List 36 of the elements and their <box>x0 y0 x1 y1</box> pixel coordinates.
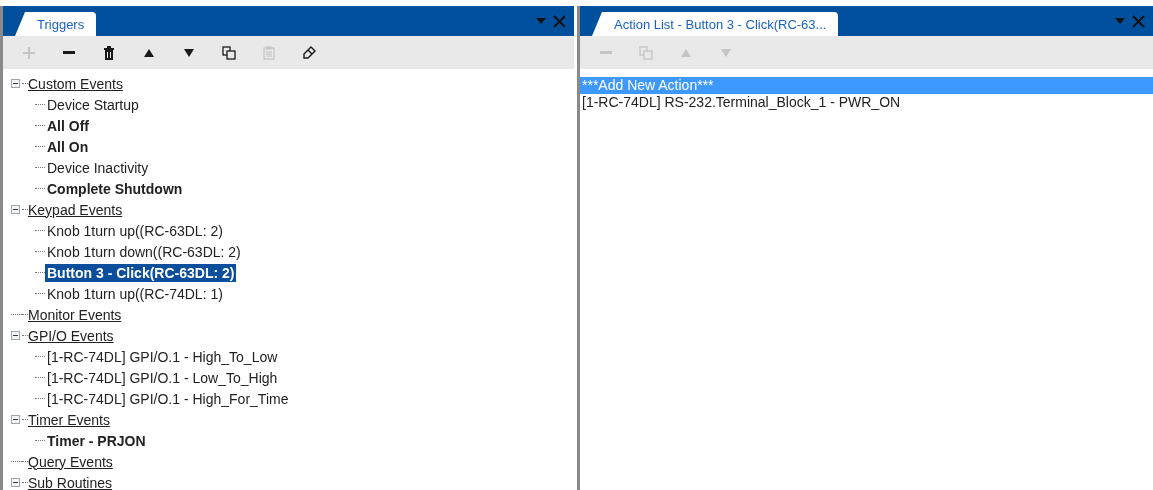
panel-tab[interactable]: Action List - Button 3 - Click(RC-63... <box>592 12 839 36</box>
collapse-icon[interactable] <box>11 79 20 88</box>
collapse-icon[interactable] <box>11 415 20 424</box>
tree-item[interactable]: Knob 1turn down((RC-63DL: 2) <box>45 242 243 261</box>
collapse-icon[interactable] <box>11 205 20 214</box>
collapse-icon[interactable] <box>11 331 20 340</box>
tree-item[interactable]: Timer - PRJON <box>45 431 148 450</box>
tree-group[interactable]: Keypad Events <box>28 201 123 218</box>
tree-item[interactable]: [1-RC-74DL] GPI/O.1 - Low_To_High <box>45 368 280 387</box>
tree-item[interactable]: Complete Shutdown <box>45 179 185 198</box>
tree-item[interactable]: All On <box>45 137 91 156</box>
tree-group[interactable]: Custom Events <box>28 75 123 92</box>
minus-icon <box>63 51 75 54</box>
clipboard-icon <box>262 45 276 60</box>
tree-item[interactable]: Button 3 - Click(RC-63DL: 2) <box>45 263 237 282</box>
tree-item[interactable]: [1-RC-74DL] GPI/O.1 - High_To_Low <box>45 347 280 366</box>
copy-icon <box>639 45 653 60</box>
eraser-icon <box>302 45 316 60</box>
tree-group[interactable]: Monitor Events <box>28 306 122 323</box>
panel-tab[interactable]: Triggers <box>15 12 97 36</box>
tree-item[interactable]: All Off <box>45 116 91 135</box>
tree-group[interactable]: Query Events <box>28 453 113 470</box>
tree-group[interactable]: GPI/O Events <box>28 327 114 344</box>
copy-icon <box>222 45 236 60</box>
trash-icon <box>102 45 116 60</box>
tree-item[interactable]: [1-RC-74DL] GPI/O.1 - High_For_Time <box>45 389 291 408</box>
tree-item[interactable]: Device Startup <box>45 95 141 114</box>
minus-icon <box>600 51 612 54</box>
tree-group[interactable]: Sub Routines <box>28 474 113 490</box>
plus-icon <box>22 45 36 60</box>
tree-group[interactable]: Timer Events <box>28 411 110 428</box>
action-item[interactable]: [1-RC-74DL] RS-232.Terminal_Block_1 - PWR_ON <box>580 94 1153 111</box>
tree-item[interactable]: Device Inactivity <box>45 158 151 177</box>
tree-item[interactable]: Knob 1turn up((RC-74DL: 1) <box>45 284 225 303</box>
tree-item[interactable]: Knob 1turn up((RC-63DL: 2) <box>45 221 225 240</box>
collapse-icon[interactable] <box>11 478 20 487</box>
